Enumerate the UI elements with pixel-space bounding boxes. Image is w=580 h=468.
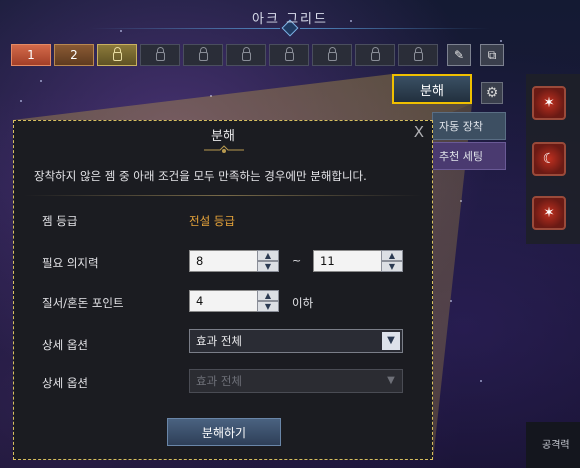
lock-icon — [284, 47, 294, 61]
page-title: 아크 그리드 — [252, 12, 328, 27]
decompose-button-label: 분해 — [420, 83, 444, 99]
gem-slot-1[interactable]: ✶ — [532, 86, 566, 120]
point-stepper[interactable]: ▲ ▼ — [257, 290, 279, 312]
option2-label: 상세 옵션 — [42, 376, 88, 390]
will-label: 필요 의지력 — [42, 256, 99, 270]
chevron-down-icon: ▼ — [387, 375, 395, 386]
option1-value: 효과 전체 — [196, 334, 242, 348]
attack-label: 공격력 — [542, 440, 570, 451]
slot-tab-2[interactable]: 2 — [54, 44, 94, 66]
will-max-stepper[interactable]: ▲ ▼ — [381, 250, 403, 272]
slot-tab-10[interactable] — [398, 44, 438, 66]
dialog-title: 분해 — [211, 129, 235, 144]
edit-icon: ✎ — [453, 48, 465, 62]
moon-icon: ☾ — [542, 151, 556, 167]
chevron-down-icon[interactable]: ▼ — [382, 332, 400, 350]
title-ornament-icon — [204, 145, 244, 153]
slot-tab-9[interactable] — [355, 44, 395, 66]
chevron-down-icon[interactable]: ▼ — [257, 261, 279, 272]
slot-tab-3[interactable] — [97, 44, 137, 66]
will-min-stepper[interactable]: ▲ ▼ — [257, 250, 279, 272]
settings-button[interactable]: ⚙ — [481, 82, 503, 104]
grade-label: 젬 등급 — [42, 214, 78, 228]
auto-equip-label: 자동 장착 — [439, 120, 483, 133]
recommend-setting-label: 추천 세팅 — [439, 150, 483, 163]
dialog-description: 장착하지 않은 젬 중 아래 조건을 모두 만족하는 경우에만 분해합니다. — [34, 169, 367, 183]
slot-tab-7[interactable] — [269, 44, 309, 66]
point-label: 질서/혼돈 포인트 — [42, 296, 124, 310]
decompose-confirm-button[interactable]: 분해하기 — [167, 418, 281, 446]
gear-icon: ⚙ — [485, 85, 499, 101]
point-suffix: 이하 — [292, 296, 314, 310]
slot-tab-label: 2 — [70, 48, 78, 62]
slot-tab-4[interactable] — [140, 44, 180, 66]
close-icon[interactable]: X — [414, 123, 424, 141]
chevron-up-icon[interactable]: ▲ — [257, 250, 279, 261]
slot-tab-label: 1 — [27, 48, 35, 62]
option1-select[interactable]: 효과 전체 ▼ — [189, 329, 403, 353]
lock-icon — [155, 47, 165, 61]
recommend-setting-button[interactable]: 추천 세팅 — [432, 142, 506, 170]
lock-icon — [241, 47, 251, 61]
slot-tab-1[interactable]: 1 — [11, 44, 51, 66]
decompose-button[interactable]: 분해 — [392, 74, 472, 104]
header: 아크 그리드 — [0, 0, 580, 38]
decompose-dialog: 분해 X 장착하지 않은 젬 중 아래 조건을 모두 만족하는 경우에만 분해합… — [13, 120, 433, 460]
option2-value: 효과 전체 — [196, 374, 242, 388]
chevron-down-icon[interactable]: ▼ — [257, 301, 279, 312]
edit-button[interactable]: ✎ — [447, 44, 471, 66]
lock-icon — [327, 47, 337, 61]
copy-button[interactable]: ⧉ — [480, 44, 504, 66]
lock-icon — [198, 47, 208, 61]
header-divider-right — [300, 28, 490, 29]
chevron-up-icon[interactable]: ▲ — [257, 290, 279, 301]
option2-select: 효과 전체 ▼ — [189, 369, 403, 393]
range-separator: ~ — [292, 254, 302, 267]
grade-value: 전설 등급 — [189, 214, 235, 228]
copy-icon: ⧉ — [487, 47, 497, 62]
lock-icon — [413, 47, 423, 61]
gem-slot-2[interactable]: ☾ — [532, 142, 566, 176]
lock-icon — [112, 47, 122, 61]
slot-tab-5[interactable] — [183, 44, 223, 66]
slot-tab-6[interactable] — [226, 44, 266, 66]
divider — [24, 195, 422, 196]
star-icon: ✶ — [543, 205, 555, 221]
option1-label: 상세 옵션 — [42, 338, 88, 352]
slot-tab-8[interactable] — [312, 44, 352, 66]
chevron-down-icon[interactable]: ▼ — [381, 261, 403, 272]
gem-slot-3[interactable]: ✶ — [532, 196, 566, 230]
star-icon: ✶ — [543, 95, 555, 111]
header-divider-left — [90, 28, 280, 29]
chevron-up-icon[interactable]: ▲ — [381, 250, 403, 261]
lock-icon — [370, 47, 380, 61]
auto-equip-button[interactable]: 자동 장착 — [432, 112, 506, 140]
decompose-confirm-label: 분해하기 — [201, 425, 247, 440]
